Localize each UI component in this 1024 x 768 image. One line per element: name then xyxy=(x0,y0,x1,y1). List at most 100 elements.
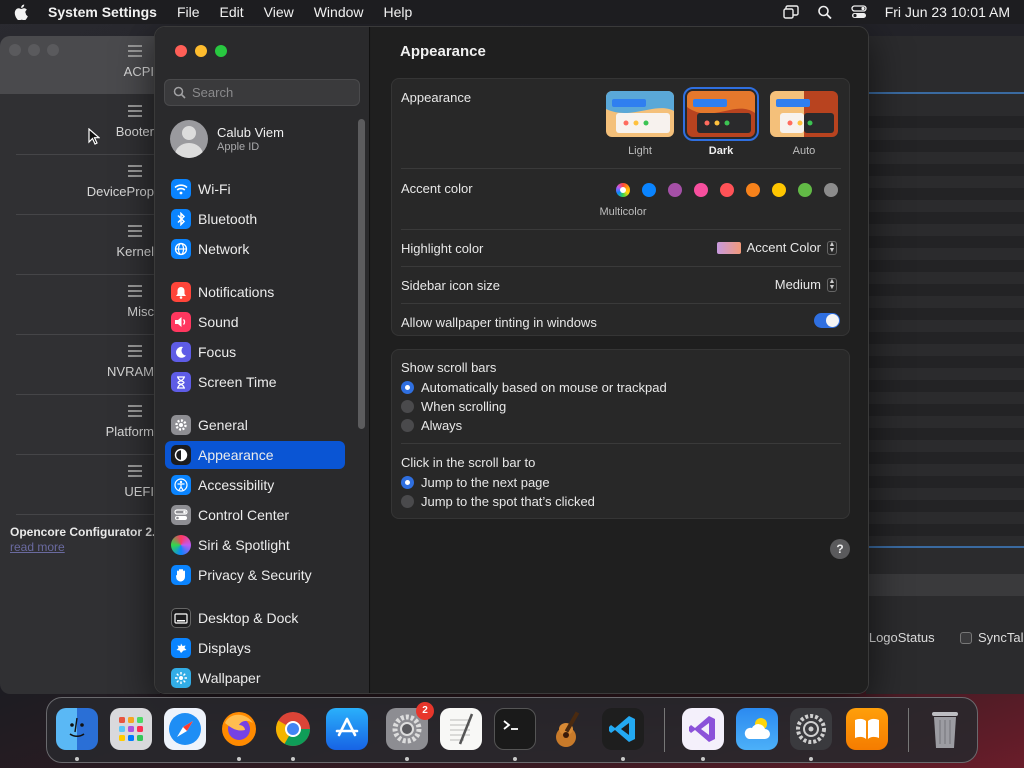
opencore-item-acpi[interactable]: ACPI xyxy=(34,44,154,79)
sidebar-item-siri-spotlight[interactable]: Siri & Spotlight xyxy=(165,531,345,559)
sidebar-item-notifications[interactable]: Notifications xyxy=(165,278,345,306)
opencore-read-more-link[interactable]: read more xyxy=(10,540,65,554)
firefox-icon[interactable] xyxy=(218,708,260,750)
light-preview-icon xyxy=(606,91,674,137)
sidebar-item-displays[interactable]: Displays xyxy=(165,634,345,662)
sidebar-item-desktop-dock[interactable]: Desktop & Dock xyxy=(165,604,345,632)
click-scroll-option-spot[interactable]: Jump to the spot that’s clicked xyxy=(401,494,595,509)
opencore-icon[interactable] xyxy=(790,708,832,750)
weather-icon[interactable] xyxy=(736,708,778,750)
apple-icon[interactable] xyxy=(14,4,28,20)
radio-button[interactable] xyxy=(401,419,414,432)
search-field[interactable] xyxy=(164,79,360,106)
divider xyxy=(866,546,1024,548)
sidebar-item-privacy-security[interactable]: Privacy & Security xyxy=(165,561,345,589)
accent-swatch-blue[interactable] xyxy=(642,183,656,197)
books-icon[interactable] xyxy=(846,708,888,750)
running-indicator xyxy=(291,757,295,761)
menu-file[interactable]: File xyxy=(177,4,200,20)
close-button[interactable] xyxy=(175,45,187,57)
system-settings-icon[interactable]: 2 xyxy=(386,702,434,750)
appearance-option-auto[interactable] xyxy=(770,91,838,137)
accent-swatch-purple[interactable] xyxy=(668,183,682,197)
wallpaper-tinting-toggle[interactable] xyxy=(814,313,840,328)
textedit-icon[interactable] xyxy=(440,708,482,750)
zoom-button[interactable] xyxy=(215,45,227,57)
menu-edit[interactable]: Edit xyxy=(220,4,244,20)
bell-icon xyxy=(171,282,191,302)
scroll-bars-option-scrolling[interactable]: When scrolling xyxy=(401,399,506,414)
finder-icon[interactable] xyxy=(56,708,98,750)
radio-label: Jump to the next page xyxy=(421,475,550,490)
accent-swatch-pink[interactable] xyxy=(694,183,708,197)
chrome-icon[interactable] xyxy=(272,708,314,750)
sidebar-item-sound[interactable]: Sound xyxy=(165,308,345,336)
scroll-bars-option-always[interactable]: Always xyxy=(401,418,462,433)
launchpad-icon[interactable] xyxy=(110,708,152,750)
scroll-bars-option-auto[interactable]: Automatically based on mouse or trackpad xyxy=(401,380,667,395)
highlight-color-popup[interactable]: Accent Color ▲ ▼ xyxy=(716,240,837,255)
opencore-item-platform[interactable]: Platform xyxy=(34,404,154,439)
opencore-footer-title: Opencore Configurator 2. xyxy=(10,525,156,539)
sidebar-item-wallpaper[interactable]: Wallpaper xyxy=(165,664,345,692)
control-center-icon[interactable] xyxy=(851,5,867,19)
help-button[interactable]: ? xyxy=(830,539,850,559)
app-store-icon[interactable] xyxy=(326,708,368,750)
grid-icon xyxy=(128,164,142,178)
sidebar-item-accessibility[interactable]: Accessibility xyxy=(165,471,345,499)
menu-view[interactable]: View xyxy=(264,4,294,20)
sidebar-icon-size-popup[interactable]: Medium ▲ ▼ xyxy=(775,277,837,292)
menu-clock[interactable]: Fri Jun 23 10:01 AM xyxy=(885,4,1010,20)
accent-swatch-orange[interactable] xyxy=(746,183,760,197)
opencore-item-nvram[interactable]: NVRAM xyxy=(34,344,154,379)
radio-button[interactable] xyxy=(401,400,414,413)
spotlight-search-icon[interactable] xyxy=(817,5,833,19)
apple-id-profile[interactable]: Calub Viem Apple ID xyxy=(170,120,284,158)
sidebar-item-network[interactable]: Network xyxy=(165,235,345,263)
vscode-icon[interactable] xyxy=(602,708,644,750)
sidebar-scrollbar[interactable] xyxy=(358,119,365,429)
minimize-button[interactable] xyxy=(195,45,207,57)
terminal-icon[interactable] xyxy=(494,708,536,750)
trash-icon[interactable] xyxy=(924,708,966,750)
garageband-icon[interactable] xyxy=(548,708,590,750)
menu-window[interactable]: Window xyxy=(314,4,364,20)
accent-swatch-yellow[interactable] xyxy=(772,183,786,197)
sidebar-item-screen-time[interactable]: Screen Time xyxy=(165,368,345,396)
opencore-item-uefi[interactable]: UEFI xyxy=(34,464,154,499)
search-input[interactable] xyxy=(192,85,352,100)
siri-icon xyxy=(171,535,191,555)
sidebar-item-bluetooth[interactable]: Bluetooth xyxy=(165,205,345,233)
sidebar-item-focus[interactable]: Focus xyxy=(165,338,345,366)
speaker-icon xyxy=(171,312,191,332)
accent-swatch-multicolor[interactable] xyxy=(616,183,630,197)
divider xyxy=(401,168,841,169)
grid-icon xyxy=(128,404,142,418)
opencore-item-label: Platform xyxy=(105,424,154,439)
bluetooth-icon xyxy=(171,209,191,229)
click-scroll-option-next-page[interactable]: Jump to the next page xyxy=(401,475,550,490)
accent-swatch-red[interactable] xyxy=(720,183,734,197)
visual-studio-icon[interactable] xyxy=(682,708,724,750)
menu-help[interactable]: Help xyxy=(384,4,413,20)
radio-button[interactable] xyxy=(401,495,414,508)
safari-icon[interactable] xyxy=(164,708,206,750)
accent-swatch-graphite[interactable] xyxy=(824,183,838,197)
opencore-item-misc[interactable]: Misc xyxy=(34,284,154,319)
appearance-option-light[interactable] xyxy=(606,91,674,137)
opencore-close-button[interactable] xyxy=(9,44,21,56)
appearance-option-dark[interactable] xyxy=(683,87,759,141)
menu-app-name[interactable]: System Settings xyxy=(48,4,157,20)
page-title: Appearance xyxy=(400,43,486,60)
sidebar-item-wifi[interactable]: Wi-Fi xyxy=(165,175,345,203)
accent-swatch-green[interactable] xyxy=(798,183,812,197)
screen-mirroring-icon[interactable] xyxy=(783,5,799,19)
sidebar-item-appearance[interactable]: Appearance xyxy=(165,441,345,469)
radio-button[interactable] xyxy=(401,381,414,394)
radio-button[interactable] xyxy=(401,476,414,489)
opencore-item-kernel[interactable]: Kernel xyxy=(34,224,154,259)
sidebar-item-control-center[interactable]: Control Center xyxy=(165,501,345,529)
opencore-item-deviceprop[interactable]: DeviceProp xyxy=(34,164,154,199)
sidebar-item-general[interactable]: General xyxy=(165,411,345,439)
sync-checkbox[interactable] xyxy=(960,632,972,644)
